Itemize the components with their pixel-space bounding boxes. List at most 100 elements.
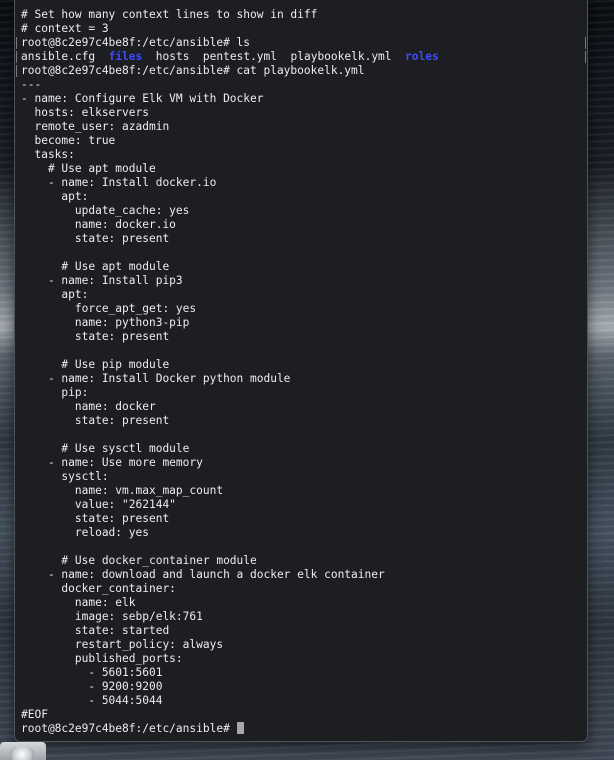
terminal-line-text: force_apt_get: yes <box>21 302 197 315</box>
terminal-line-text: - name: Install Docker python module <box>21 372 291 385</box>
terminal-line-text: # Use apt module <box>21 260 170 273</box>
ls-directory-entry: files <box>108 50 143 63</box>
text-cursor <box>236 722 244 734</box>
active-prompt-line[interactable]: root@8c2e97c4be8f:/etc/ansible# <box>21 722 583 736</box>
terminal-line-text: become: true <box>21 134 116 147</box>
terminal-line: pip: <box>21 386 583 400</box>
ls-file-entry: hosts <box>155 50 190 63</box>
terminal-line-text: update_cache: yes <box>21 204 190 217</box>
selection-bracket-left <box>16 51 21 63</box>
terminal-line-text: tasks: <box>21 148 75 161</box>
terminal-line-text: state: present <box>21 414 170 427</box>
terminal-line-text: - 5601:5601 <box>21 666 163 679</box>
terminal-line-text: name: elk <box>21 596 136 609</box>
terminal-line-text: apt: <box>21 190 89 203</box>
dock-app-icon[interactable] <box>0 742 46 760</box>
terminal-line: state: started <box>21 624 583 638</box>
terminal-line: name: vm.max_map_count <box>21 484 583 498</box>
terminal-line: apt: <box>21 288 583 302</box>
terminal-line-text: - name: Install pip3 <box>21 274 183 287</box>
ls-output-line: ansible.cfg files hosts pentest.yml play… <box>21 50 583 64</box>
terminal-line: hosts: elkservers <box>21 106 583 120</box>
terminal-line: - name: Install docker.io <box>21 176 583 190</box>
terminal-line: sysctl: <box>21 470 583 484</box>
terminal-line: # Use apt module <box>21 162 583 176</box>
terminal-line: state: present <box>21 414 583 428</box>
terminal-line: name: docker.io <box>21 218 583 232</box>
terminal-line: docker_container: <box>21 582 583 596</box>
ls-directory-entry: roles <box>405 50 439 63</box>
terminal-line-text: restart_policy: always <box>21 638 224 651</box>
terminal-line: name: docker <box>21 400 583 414</box>
terminal-line: # Use sysctl module <box>21 442 583 456</box>
terminal-line-text: value: "262144" <box>21 498 176 511</box>
terminal-line: - 5044:5044 <box>21 694 583 708</box>
terminal-line: - name: Install Docker python module <box>21 372 583 386</box>
terminal-line-text: name: docker <box>21 400 156 413</box>
terminal-line: apt: <box>21 190 583 204</box>
terminal-line-text: #EOF <box>21 708 48 721</box>
terminal-line-text: state: started <box>21 624 170 637</box>
terminal-line-text: - name: Use more memory <box>21 456 203 469</box>
terminal-line: # Use pip module <box>21 358 583 372</box>
terminal-line: - name: Install pip3 <box>21 274 583 288</box>
terminal-line-text: state: present <box>21 232 170 245</box>
terminal-line-text: name: docker.io <box>21 218 176 231</box>
terminal-line-text: published_ports: <box>21 652 183 665</box>
terminal-line: remote_user: azadmin <box>21 120 583 134</box>
terminal-line: --- <box>21 78 583 92</box>
terminal-line: image: sebp/elk:761 <box>21 610 583 624</box>
terminal-line-text: sysctl: <box>21 470 109 483</box>
terminal-line: #EOF <box>21 708 583 722</box>
terminal-line: - name: Use more memory <box>21 456 583 470</box>
terminal-line-text: root@8c2e97c4be8f:/etc/ansible# cat play… <box>21 64 365 77</box>
terminal-line-text: pip: <box>21 386 89 399</box>
terminal-line: # Set how many context lines to show in … <box>21 8 583 22</box>
terminal-line: force_apt_get: yes <box>21 302 583 316</box>
terminal-line: name: python3-pip <box>21 316 583 330</box>
selection-bracket-right <box>581 37 586 49</box>
ls-file-entry: playbookelk.yml <box>290 50 392 63</box>
terminal-line-text: # Use docker_container module <box>21 554 257 567</box>
terminal-line-text: docker_container: <box>21 582 176 595</box>
prompt-line: root@8c2e97c4be8f:/etc/ansible# cat play… <box>21 64 583 78</box>
terminal-line-text: image: sebp/elk:761 <box>21 610 203 623</box>
terminal-line-text: --- <box>21 78 42 91</box>
terminal-line-text: hosts: elkservers <box>21 106 149 119</box>
terminal-line: # context = 3 <box>21 22 583 36</box>
terminal-line-text: remote_user: azadmin <box>21 120 170 133</box>
terminal-line-text: - name: Install docker.io <box>21 176 217 189</box>
terminal-line-text: - 5044:5044 <box>21 694 163 707</box>
terminal-line: - 9200:9200 <box>21 680 583 694</box>
prompt-line: root@8c2e97c4be8f:/etc/ansible# ls <box>21 36 583 50</box>
terminal-line: value: "262144" <box>21 498 583 512</box>
terminal-line: state: present <box>21 512 583 526</box>
terminal-line-text: - 9200:9200 <box>21 680 163 693</box>
terminal-line-text: # context = 3 <box>21 22 109 35</box>
ls-file-entry: pentest.yml <box>202 50 278 63</box>
terminal-line-text: - name: download and launch a docker elk… <box>21 568 385 581</box>
terminal-output[interactable]: # Set how many context lines to show in … <box>21 8 583 737</box>
terminal-line-text: state: present <box>21 512 170 525</box>
terminal-line-text: name: vm.max_map_count <box>21 484 224 497</box>
terminal-window[interactable]: # Set how many context lines to show in … <box>14 0 588 742</box>
terminal-line: reload: yes <box>21 526 583 540</box>
selection-bracket-right <box>581 51 586 63</box>
terminal-line: - 5601:5601 <box>21 666 583 680</box>
terminal-line: state: present <box>21 232 583 246</box>
terminal-line: published_ports: <box>21 652 583 666</box>
terminal-line: restart_policy: always <box>21 638 583 652</box>
terminal-line: tasks: <box>21 148 583 162</box>
terminal-line-text: root@8c2e97c4be8f:/etc/ansible# ls <box>21 36 251 49</box>
app-icon <box>10 746 34 760</box>
terminal-line: - name: Configure Elk VM with Docker <box>21 92 583 106</box>
terminal-line: # Use apt module <box>21 260 583 274</box>
ls-file-entry: ansible.cfg <box>21 50 96 63</box>
terminal-line: name: elk <box>21 596 583 610</box>
terminal-line: state: present <box>21 330 583 344</box>
selection-bracket-left <box>16 65 21 77</box>
terminal-line-text: state: present <box>21 330 170 343</box>
